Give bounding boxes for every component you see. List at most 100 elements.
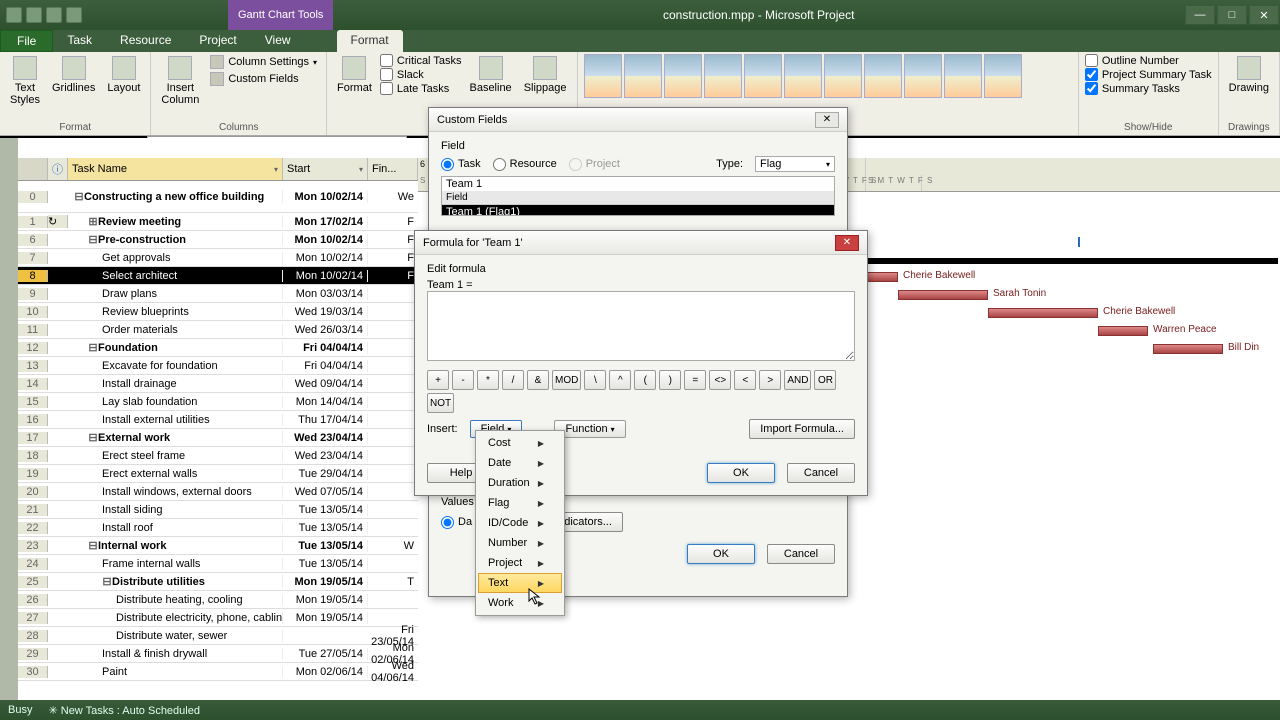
operator-button[interactable]: MOD bbox=[552, 370, 581, 390]
table-row[interactable]: 19Erect external wallsTue 29/04/14 bbox=[18, 465, 418, 483]
operator-button[interactable]: <> bbox=[709, 370, 731, 390]
col-start[interactable]: Start▾ bbox=[283, 158, 368, 180]
maximize-button[interactable]: □ bbox=[1217, 5, 1247, 25]
operator-button[interactable]: < bbox=[734, 370, 756, 390]
resource-radio[interactable]: Resource bbox=[493, 158, 557, 171]
table-row[interactable]: 7Get approvalsMon 10/02/14F bbox=[18, 249, 418, 267]
table-row[interactable]: 22Install roofTue 13/05/14 bbox=[18, 519, 418, 537]
import-formula-button[interactable]: Import Formula... bbox=[749, 419, 855, 439]
table-row[interactable]: 24Frame internal wallsTue 13/05/14 bbox=[18, 555, 418, 573]
gridlines-button[interactable]: Gridlines bbox=[48, 54, 99, 96]
save-icon[interactable] bbox=[26, 7, 42, 23]
tab-format[interactable]: Format bbox=[337, 30, 403, 52]
insert-column-button[interactable]: Insert Column bbox=[157, 54, 203, 108]
outline-number-check[interactable]: Outline Number bbox=[1085, 54, 1212, 67]
drawing-button[interactable]: Drawing bbox=[1225, 54, 1273, 96]
slippage-button[interactable]: Slippage bbox=[520, 54, 571, 96]
table-row[interactable]: 13Excavate for foundationFri 04/04/14 bbox=[18, 357, 418, 375]
table-row[interactable]: 12⊟FoundationFri 04/04/14 bbox=[18, 339, 418, 357]
custom-fields-button[interactable]: Custom Fields bbox=[207, 71, 320, 87]
table-row[interactable]: 18Erect steel frameWed 23/04/14 bbox=[18, 447, 418, 465]
field-listbox[interactable]: Team 1 Field Team 1 (Flag1) bbox=[441, 176, 835, 216]
tab-resource[interactable]: Resource bbox=[106, 30, 185, 52]
redo-icon[interactable] bbox=[66, 7, 82, 23]
task-bar[interactable] bbox=[898, 290, 988, 300]
menu-item-date[interactable]: Date▶ bbox=[478, 453, 562, 473]
summary-tasks-check[interactable]: Summary Tasks bbox=[1085, 82, 1212, 95]
operator-button[interactable]: \ bbox=[584, 370, 606, 390]
operator-button[interactable]: & bbox=[527, 370, 549, 390]
table-row[interactable]: 28Distribute water, sewerFri 23/05/14 bbox=[18, 627, 418, 645]
format-button[interactable]: Format bbox=[333, 54, 376, 96]
operator-button[interactable]: / bbox=[502, 370, 524, 390]
task-radio[interactable]: Task bbox=[441, 158, 481, 171]
task-bar[interactable] bbox=[988, 308, 1098, 318]
menu-item-work[interactable]: Work▶ bbox=[478, 593, 562, 613]
formula-textarea[interactable] bbox=[427, 291, 855, 361]
undo-icon[interactable] bbox=[46, 7, 62, 23]
table-row[interactable]: 6⊟Pre-constructionMon 10/02/14F bbox=[18, 231, 418, 249]
text-styles-button[interactable]: Text Styles bbox=[6, 54, 44, 108]
table-row[interactable]: 20Install windows, external doorsWed 07/… bbox=[18, 483, 418, 501]
table-row[interactable]: 21Install sidingTue 13/05/14 bbox=[18, 501, 418, 519]
table-row[interactable]: 9Draw plansMon 03/03/14 bbox=[18, 285, 418, 303]
table-row[interactable]: 1↻⊞Review meetingMon 17/02/14F bbox=[18, 213, 418, 231]
table-row[interactable]: 15Lay slab foundationMon 14/04/14 bbox=[18, 393, 418, 411]
table-row[interactable]: 11Order materialsWed 26/03/14 bbox=[18, 321, 418, 339]
operator-button[interactable]: ( bbox=[634, 370, 656, 390]
slack-check[interactable]: Slack bbox=[380, 68, 462, 81]
operator-button[interactable]: ^ bbox=[609, 370, 631, 390]
gantt-styles-gallery[interactable] bbox=[584, 54, 1072, 98]
table-row[interactable]: 14Install drainageWed 09/04/14 bbox=[18, 375, 418, 393]
menu-item-number[interactable]: Number▶ bbox=[478, 533, 562, 553]
table-row[interactable]: 8Select architectMon 10/02/14F bbox=[18, 267, 418, 285]
table-row[interactable]: 29Install & finish drywallTue 27/05/14Mo… bbox=[18, 645, 418, 663]
table-row[interactable]: 17⊟External workWed 23/04/14 bbox=[18, 429, 418, 447]
minimize-button[interactable]: — bbox=[1185, 5, 1215, 25]
operator-button[interactable]: - bbox=[452, 370, 474, 390]
close-button[interactable]: ✕ bbox=[1249, 5, 1279, 25]
operator-button[interactable]: + bbox=[427, 370, 449, 390]
table-row[interactable]: 25⊟Distribute utilitiesMon 19/05/14T bbox=[18, 573, 418, 591]
menu-item-duration[interactable]: Duration▶ bbox=[478, 473, 562, 493]
type-combo[interactable]: Flag▾ bbox=[755, 156, 835, 172]
ok-button[interactable]: OK bbox=[707, 463, 775, 483]
menu-item-idcode[interactable]: ID/Code▶ bbox=[478, 513, 562, 533]
table-row[interactable]: 10Review blueprintsWed 19/03/14 bbox=[18, 303, 418, 321]
task-bar[interactable] bbox=[1098, 326, 1148, 336]
operator-button[interactable]: = bbox=[684, 370, 706, 390]
table-row[interactable]: 0⊟Constructing a new office buildingMon … bbox=[18, 181, 418, 213]
tab-view[interactable]: View bbox=[251, 30, 305, 52]
cancel-button[interactable]: Cancel bbox=[767, 544, 835, 564]
operator-button[interactable]: * bbox=[477, 370, 499, 390]
tab-project[interactable]: Project bbox=[185, 30, 250, 52]
function-dropdown-button[interactable]: Function▾ bbox=[554, 420, 625, 438]
operator-button[interactable]: > bbox=[759, 370, 781, 390]
close-icon[interactable]: ✕ bbox=[835, 235, 859, 251]
menu-item-project[interactable]: Project▶ bbox=[478, 553, 562, 573]
menu-item-flag[interactable]: Flag▶ bbox=[478, 493, 562, 513]
col-task-name[interactable]: Task Name▾ bbox=[68, 158, 283, 180]
operator-button[interactable]: NOT bbox=[427, 393, 454, 413]
app-icon[interactable] bbox=[6, 7, 22, 23]
task-bar[interactable] bbox=[1153, 344, 1223, 354]
operator-button[interactable]: OR bbox=[814, 370, 836, 390]
col-finish[interactable]: Fin... bbox=[368, 158, 418, 180]
tab-task[interactable]: Task bbox=[53, 30, 106, 52]
late-tasks-check[interactable]: Late Tasks bbox=[380, 82, 462, 95]
project-summary-check[interactable]: Project Summary Task bbox=[1085, 68, 1212, 81]
baseline-button[interactable]: Baseline bbox=[465, 54, 515, 96]
data-radio[interactable]: Da bbox=[441, 516, 472, 529]
close-icon[interactable]: ✕ bbox=[815, 112, 839, 128]
ok-button[interactable]: OK bbox=[687, 544, 755, 564]
table-row[interactable]: 30PaintMon 02/06/14Wed 04/06/14 bbox=[18, 663, 418, 681]
column-settings-button[interactable]: Column Settings ▾ bbox=[207, 54, 320, 70]
menu-item-text[interactable]: Text▶ bbox=[478, 573, 562, 593]
table-row[interactable]: 26Distribute heating, coolingMon 19/05/1… bbox=[18, 591, 418, 609]
table-row[interactable]: 16Install external utilitiesThu 17/04/14 bbox=[18, 411, 418, 429]
layout-button[interactable]: Layout bbox=[103, 54, 144, 96]
table-row[interactable]: 23⊟Internal workTue 13/05/14W bbox=[18, 537, 418, 555]
operator-button[interactable]: ) bbox=[659, 370, 681, 390]
project-radio[interactable]: Project bbox=[569, 158, 620, 171]
menu-item-cost[interactable]: Cost▶ bbox=[478, 433, 562, 453]
